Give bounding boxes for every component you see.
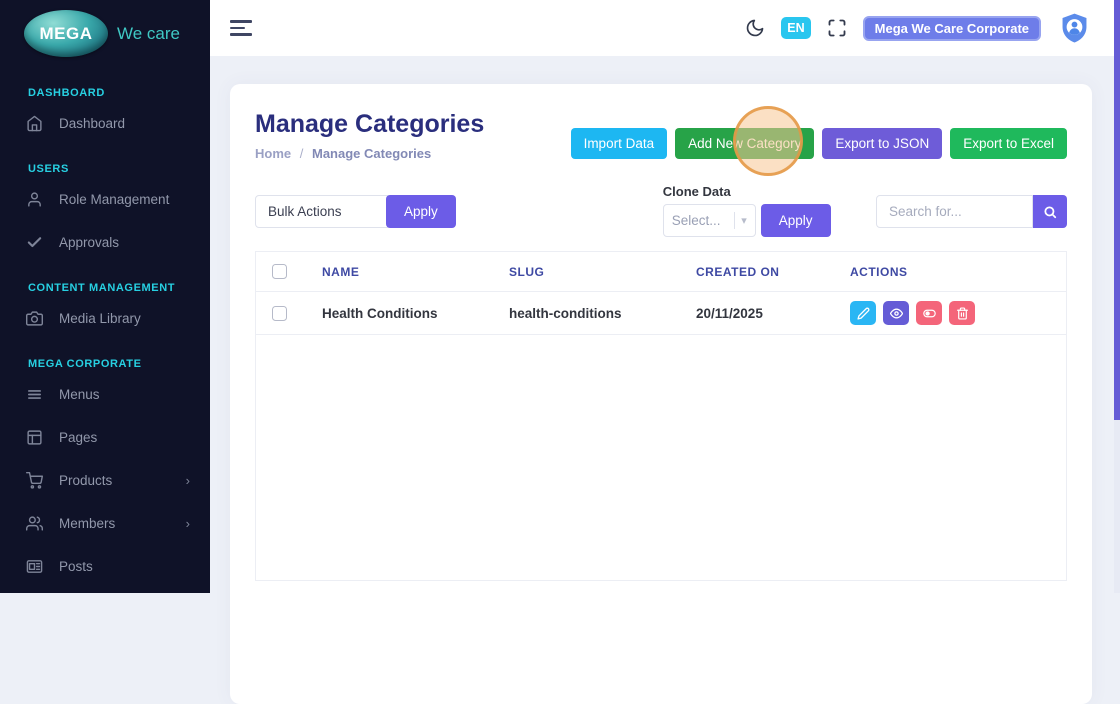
select-all-checkbox[interactable] <box>272 264 287 279</box>
bulk-apply-button[interactable]: Apply <box>386 195 456 228</box>
scrollbar-track <box>1114 0 1120 593</box>
workspace-button[interactable]: Mega We Care Corporate <box>863 16 1041 41</box>
sidebar-item-posts[interactable]: Posts <box>0 546 210 586</box>
bulk-actions-select[interactable] <box>255 195 388 228</box>
chevron-right-icon: › <box>186 473 190 488</box>
logo-text: MEGA <box>40 24 93 44</box>
dark-mode-moon-icon[interactable] <box>745 18 765 38</box>
section-label-content-management: CONTENT MANAGEMENT <box>0 282 210 295</box>
add-new-category-button[interactable]: Add New Category <box>675 128 814 159</box>
main-content: Manage Categories Home / Manage Categori… <box>210 56 1120 593</box>
sidebar: MEGA We care DASHBOARD Dashboard USERS R… <box>0 0 210 593</box>
sidebar-item-label: Approvals <box>59 235 119 250</box>
sidebar-item-label: Role Management <box>59 192 169 207</box>
delete-button[interactable] <box>949 301 975 325</box>
row-actions <box>850 301 1058 325</box>
import-data-button[interactable]: Import Data <box>571 128 668 159</box>
users-icon <box>26 515 43 532</box>
sidebar-item-label: Pages <box>59 430 97 445</box>
clone-data-select[interactable]: Select... ▾ <box>663 204 756 237</box>
search-icon <box>1043 205 1057 219</box>
camera-icon <box>26 310 43 327</box>
view-button[interactable] <box>883 301 909 325</box>
row-checkbox[interactable] <box>272 306 287 321</box>
table-header-row: NAME SLUG CREATED ON ACTIONS <box>256 252 1066 292</box>
toggle-status-button[interactable] <box>916 301 942 325</box>
newspaper-icon <box>26 558 43 575</box>
cell-name: Health Conditions <box>314 292 501 335</box>
logo-tagline: We care <box>117 24 180 44</box>
sidebar-item-dashboard[interactable]: Dashboard <box>0 103 210 143</box>
bulk-actions-group: Apply <box>255 184 456 228</box>
cart-icon <box>26 472 43 489</box>
eye-icon <box>890 307 903 320</box>
export-to-json-button[interactable]: Export to JSON <box>822 128 942 159</box>
section-label-mega-corporate: MEGA CORPORATE <box>0 358 210 371</box>
clone-apply-button[interactable]: Apply <box>761 204 831 237</box>
edit-button[interactable] <box>850 301 876 325</box>
user-icon <box>26 191 43 208</box>
filters-row: Apply Clone Data Select... ▾ Apply <box>255 184 1067 237</box>
clone-data-group: Clone Data Select... ▾ Apply <box>663 184 831 237</box>
pencil-icon <box>857 307 870 320</box>
export-to-excel-button[interactable]: Export to Excel <box>950 128 1067 159</box>
user-avatar[interactable] <box>1057 11 1092 46</box>
home-icon <box>26 115 43 132</box>
column-header-actions: ACTIONS <box>842 252 1066 292</box>
mega-logo-icon: MEGA <box>24 10 108 57</box>
column-header-name: NAME <box>314 252 501 292</box>
section-label-dashboard: DASHBOARD <box>0 87 210 100</box>
sidebar-item-pages[interactable]: Pages <box>0 417 210 457</box>
hamburger-menu-icon[interactable] <box>230 20 252 36</box>
topbar: EN Mega We Care Corporate <box>210 0 1120 56</box>
categories-table: NAME SLUG CREATED ON ACTIONS Health Cond… <box>255 251 1067 581</box>
layout-icon <box>26 429 43 446</box>
sidebar-item-menus[interactable]: Menus <box>0 374 210 414</box>
chevron-right-icon: › <box>186 516 190 531</box>
column-header-slug: SLUG <box>501 252 688 292</box>
table-row: Health Conditions health-conditions 20/1… <box>256 292 1066 335</box>
column-header-created-on: CREATED ON <box>688 252 842 292</box>
section-label-users: USERS <box>0 163 210 176</box>
manage-categories-card: Manage Categories Home / Manage Categori… <box>230 84 1092 704</box>
sidebar-item-label: Menus <box>59 387 100 402</box>
select-divider <box>734 212 735 229</box>
check-icon <box>26 234 43 251</box>
sidebar-item-approvals[interactable]: Approvals <box>0 222 210 262</box>
breadcrumb-home-link[interactable]: Home <box>255 146 291 161</box>
toggle-icon <box>923 307 936 320</box>
sidebar-item-role-management[interactable]: Role Management <box>0 179 210 219</box>
sidebar-item-label: Products <box>59 473 112 488</box>
brand-logo[interactable]: MEGA We care <box>0 0 210 67</box>
sidebar-item-label: Media Library <box>59 311 141 326</box>
page-title: Manage Categories <box>255 110 484 139</box>
page-actions: Import Data Add New Category Export to J… <box>571 128 1067 161</box>
search-group <box>876 184 1067 228</box>
select-placeholder: Select... <box>672 213 732 228</box>
trash-icon <box>956 307 969 320</box>
breadcrumb: Home / Manage Categories <box>255 146 484 161</box>
sidebar-item-media-library[interactable]: Media Library <box>0 298 210 338</box>
cell-slug: health-conditions <box>501 292 688 335</box>
sidebar-item-label: Members <box>59 516 115 531</box>
title-block: Manage Categories Home / Manage Categori… <box>255 110 484 161</box>
fullscreen-icon[interactable] <box>827 18 847 38</box>
chevron-down-icon: ▾ <box>741 214 747 227</box>
search-button[interactable] <box>1033 195 1067 228</box>
breadcrumb-separator: / <box>300 146 304 161</box>
sidebar-item-products[interactable]: Products › <box>0 460 210 500</box>
sidebar-item-label: Posts <box>59 559 93 574</box>
sidebar-item-members[interactable]: Members › <box>0 503 210 543</box>
sidebar-nav: DASHBOARD Dashboard USERS Role Managemen… <box>0 67 210 586</box>
menu-lines-icon <box>26 386 43 403</box>
breadcrumb-current: Manage Categories <box>312 146 431 161</box>
search-input[interactable] <box>876 195 1033 228</box>
clone-data-label: Clone Data <box>663 184 831 201</box>
sidebar-item-label: Dashboard <box>59 116 125 131</box>
language-badge[interactable]: EN <box>781 17 810 39</box>
cell-created-on: 20/11/2025 <box>688 292 842 335</box>
scrollbar-thumb[interactable] <box>1114 0 1120 420</box>
